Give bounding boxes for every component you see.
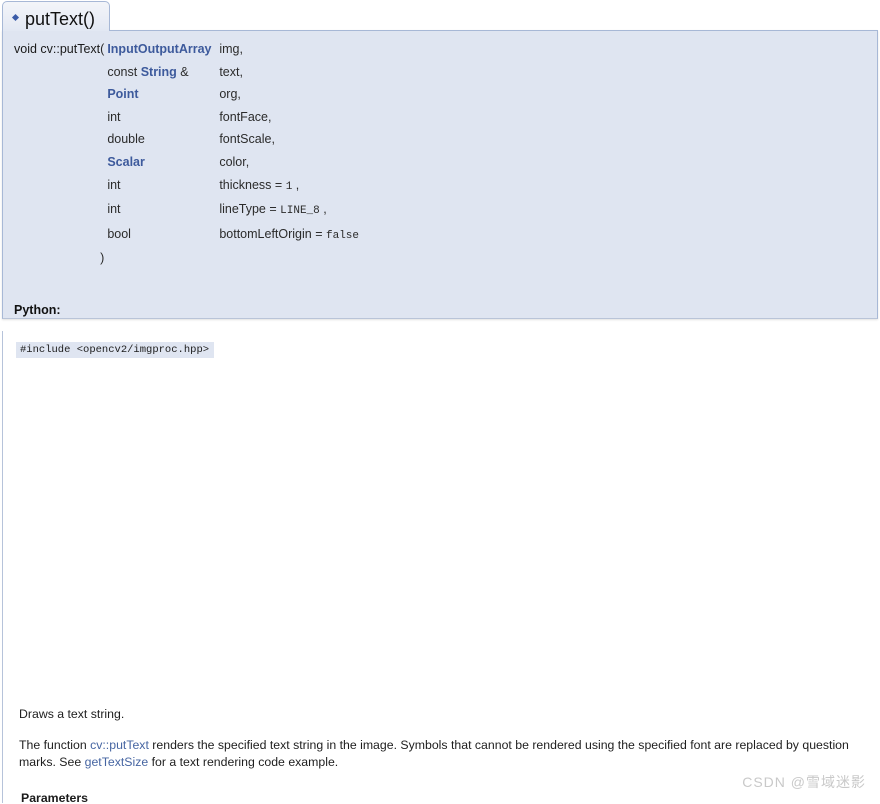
python-label: Python: (14, 303, 61, 317)
member-documentation-body: #include <opencv2/imgproc.hpp> Draws a t… (2, 331, 878, 803)
signature-param-name: org, (219, 87, 241, 102)
signature-param-name: color, (219, 154, 250, 169)
signature-param-name: bottomLeftOrigin = false (219, 226, 360, 242)
signature-param-type: int (107, 198, 219, 223)
signature-indent (14, 151, 100, 174)
signature-param-row: int thickness = 1 , (14, 174, 359, 199)
param-default-value: 1 (285, 180, 293, 193)
member-prototype-block: void cv::putText (InputOutputArray img, c… (2, 30, 878, 319)
include-header-link[interactable]: <opencv2/imgproc.hpp> (77, 344, 209, 356)
type-token: bool (107, 226, 131, 241)
signature-param-row: Point org, (14, 83, 359, 106)
signature-param-type: Scalar (107, 151, 219, 174)
signature-param-row: double fontScale, (14, 128, 359, 151)
signature-param-row: int lineType = LINE_8 , (14, 198, 359, 223)
type-token[interactable]: Scalar (107, 155, 145, 169)
signature-close-paren: ) (100, 251, 105, 266)
signature-indent (14, 83, 100, 106)
signature-spacer (219, 247, 359, 270)
signature-param-type: bool (107, 223, 219, 248)
parameters-section: Parameters imgImage.textText string to b… (3, 791, 878, 803)
type-token: double (107, 132, 145, 147)
signature-param-name: lineType = LINE_8 , (219, 202, 327, 218)
signature-spacer (107, 247, 219, 270)
type-token[interactable]: InputOutputArray (107, 42, 211, 56)
include-directive: #include <opencv2/imgproc.hpp> (16, 342, 215, 358)
type-token: int (107, 202, 121, 217)
signature-param-name: text, (219, 64, 243, 79)
link-cv-puttext[interactable]: cv::putText (90, 738, 149, 752)
signature-paren (100, 106, 107, 129)
signature-param-type: int (107, 174, 219, 199)
signature-indent (14, 247, 100, 270)
signature-param-type: const String & (107, 64, 189, 79)
signature-param-type: double (107, 128, 219, 151)
signature-indent (14, 174, 100, 199)
signature-table: void cv::putText (InputOutputArray img, c… (14, 38, 359, 270)
signature-paren (100, 223, 107, 248)
parameters-heading: Parameters (21, 791, 88, 803)
signature-param-type: int (107, 106, 219, 129)
signature-param-name: fontFace, (219, 109, 272, 124)
signature-function-name: void cv::putText (14, 42, 101, 56)
signature-indent (14, 223, 100, 248)
param-default-value: false (326, 229, 360, 242)
signature-param-type: Point (107, 83, 219, 106)
signature-paren: ( (100, 42, 105, 56)
brief-description: Draws a text string. (19, 707, 125, 721)
signature-indent (14, 106, 100, 129)
signature-param-name: img, (219, 42, 243, 56)
type-token: int (107, 109, 121, 124)
signature-paren (100, 83, 107, 106)
signature-paren (100, 128, 107, 151)
signature-param-row: Scalar color, (14, 151, 359, 174)
signature-paren (100, 151, 107, 174)
detailed-description: The function cv::putText renders the spe… (3, 737, 878, 771)
signature-paren (100, 61, 107, 84)
detail-text-3: for a text rendering code example. (148, 755, 339, 769)
signature-param-row: int fontFace, (14, 106, 359, 129)
link-gettextsize[interactable]: getTextSize (85, 755, 149, 769)
signature-param-name: fontScale, (219, 132, 275, 147)
signature-param-row: bool bottomLeftOrigin = false (14, 223, 359, 248)
signature-indent (14, 198, 100, 223)
type-token[interactable]: Point (107, 87, 138, 101)
signature-indent (14, 128, 100, 151)
param-default-value: LINE_8 (280, 205, 320, 218)
signature-param-name: thickness = 1 , (219, 177, 300, 193)
include-keyword: #include (20, 344, 77, 356)
type-token: int (107, 177, 121, 192)
signature-param-row: void cv::putText (InputOutputArray img, (14, 38, 359, 61)
signature-paren (100, 198, 107, 223)
type-token[interactable]: String (141, 65, 177, 79)
page-title: putText() (25, 8, 96, 29)
signature-param-type: InputOutputArray (107, 38, 219, 61)
signature-paren (100, 174, 107, 199)
signature-indent (14, 61, 100, 84)
signature-param-row: const String & text, (14, 61, 359, 84)
detail-text-1: The function (19, 738, 91, 752)
signature-close-row: ) (14, 247, 359, 270)
diamond-bullet-icon (11, 13, 20, 22)
member-title-tab[interactable]: putText() (2, 1, 111, 31)
